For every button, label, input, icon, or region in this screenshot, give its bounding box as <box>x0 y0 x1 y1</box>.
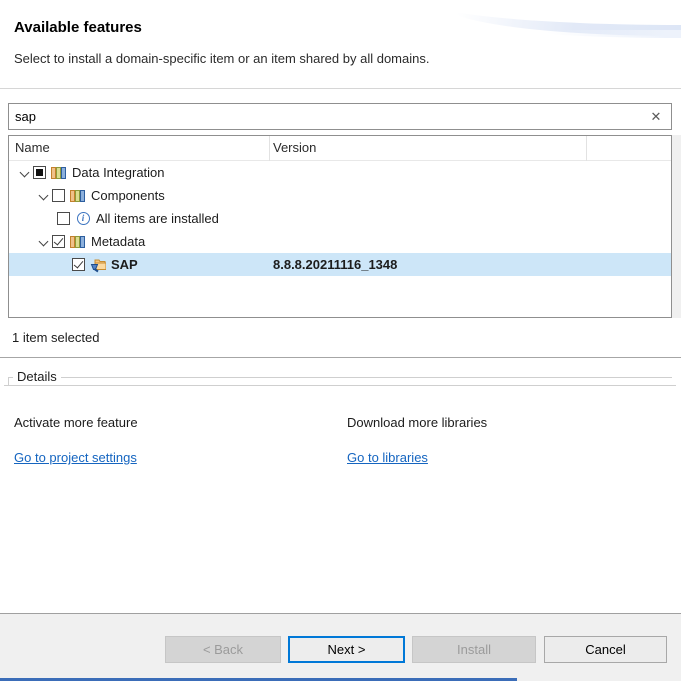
details-group-border <box>8 377 672 378</box>
search-input[interactable] <box>9 104 671 129</box>
chevron-down-icon[interactable] <box>36 188 52 204</box>
column-divider[interactable] <box>269 136 270 161</box>
tree-label: Metadata <box>91 234 145 249</box>
checkbox-data-integration[interactable] <box>33 166 46 179</box>
feature-bars-icon <box>70 188 86 204</box>
page-subtitle: Select to install a domain-specific item… <box>14 51 429 66</box>
chevron-down-icon[interactable] <box>36 234 52 250</box>
go-to-project-settings-link[interactable]: Go to project settings <box>14 450 137 465</box>
tree-row-metadata[interactable]: Metadata <box>9 230 671 253</box>
status-separator <box>0 357 681 358</box>
go-to-libraries-link[interactable]: Go to libraries <box>347 450 428 465</box>
tree-row-all-items-installed[interactable]: i All items are installed <box>9 207 671 230</box>
tree-row-components[interactable]: Components <box>9 184 671 207</box>
checkbox-all-items[interactable] <box>57 212 70 225</box>
chevron-down-icon[interactable] <box>17 165 33 181</box>
button-bar-separator <box>0 613 681 614</box>
features-tree-table: Name Version Data Integration <box>8 135 672 318</box>
tree-label: Components <box>91 188 165 203</box>
header-separator <box>0 88 681 89</box>
install-features-dialog: Available features Select to install a d… <box>0 0 681 681</box>
download-libraries-caption: Download more libraries <box>347 415 487 430</box>
page-title: Available features <box>14 19 142 36</box>
tree-label: Data Integration <box>72 165 165 180</box>
column-header-version[interactable]: Version <box>273 140 316 155</box>
cancel-button[interactable]: Cancel <box>544 636 667 663</box>
feature-bars-icon <box>70 234 86 250</box>
corner-swoosh-decoration <box>446 6 681 36</box>
version-value: 8.8.8.20211116_1348 <box>273 257 397 272</box>
corner-swoosh-decoration <box>423 0 681 25</box>
feature-bars-icon <box>51 165 67 181</box>
table-header: Name Version <box>9 136 671 161</box>
checkbox-components[interactable] <box>52 189 65 202</box>
back-button: < Back <box>165 636 281 663</box>
next-button[interactable]: Next > <box>288 636 405 663</box>
tree-label: All items are installed <box>96 211 219 226</box>
activate-feature-caption: Activate more feature <box>14 415 138 430</box>
checkbox-sap[interactable] <box>72 258 85 271</box>
tree-row-data-integration[interactable]: Data Integration <box>9 161 671 184</box>
info-icon: i <box>75 211 91 227</box>
sap-connector-icon <box>90 257 106 273</box>
column-header-name[interactable]: Name <box>15 140 50 155</box>
column-divider[interactable] <box>586 136 587 161</box>
details-group-legend: Details <box>13 369 61 384</box>
tree-row-sap[interactable]: SAP 8.8.8.20211116_1348 <box>9 253 671 276</box>
checkbox-metadata[interactable] <box>52 235 65 248</box>
corner-swoosh-decoration <box>531 30 681 38</box>
details-group-border <box>4 385 676 386</box>
clear-search-icon[interactable]: ✕ <box>648 109 664 125</box>
install-button: Install <box>412 636 536 663</box>
tree-label: SAP <box>111 257 138 272</box>
selection-count-label: 1 item selected <box>12 330 99 345</box>
table-right-margin <box>672 135 681 318</box>
details-group-border <box>8 377 9 386</box>
feature-filter-field[interactable]: ✕ <box>8 103 672 130</box>
